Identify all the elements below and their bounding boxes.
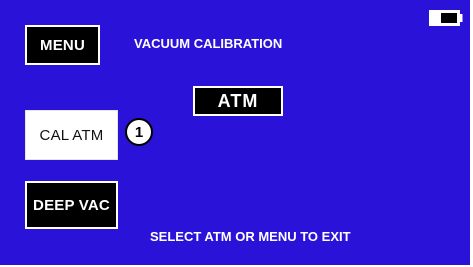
callout-number-badge: 1 — [125, 118, 153, 146]
deep-vac-button[interactable]: DEEP VAC — [25, 181, 118, 229]
calibration-screen: MENU VACUUM CALIBRATION ATM CAL ATM 1 DE… — [0, 0, 470, 265]
menu-button[interactable]: MENU — [25, 25, 100, 65]
battery-icon — [429, 10, 463, 26]
screen-title: VACUUM CALIBRATION — [134, 36, 283, 51]
cal-atm-button[interactable]: CAL ATM — [25, 110, 118, 160]
instruction-text: SELECT ATM OR MENU TO EXIT — [150, 229, 351, 244]
atm-mode-display: ATM — [193, 86, 283, 116]
